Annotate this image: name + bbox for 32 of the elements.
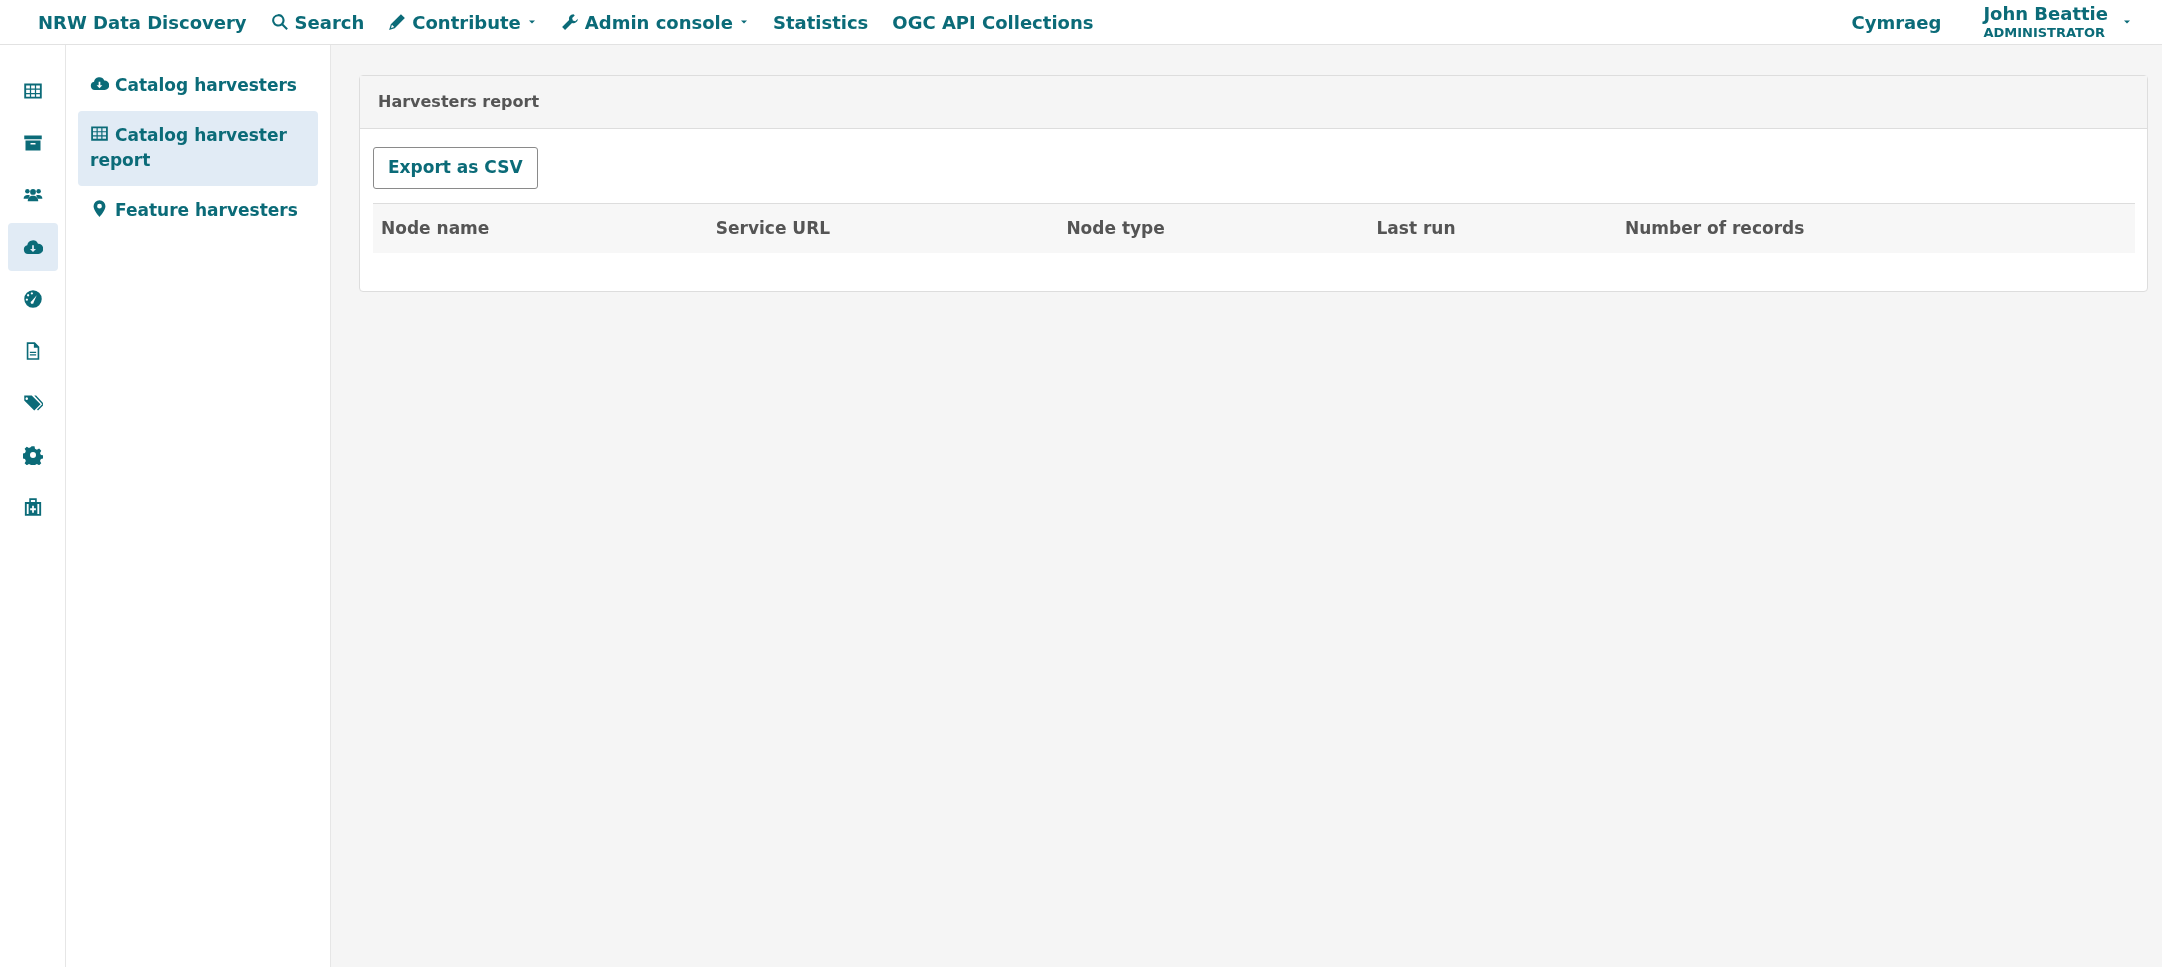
nav-link[interactable]: Search <box>270 8 365 36</box>
grid-icon <box>90 123 109 143</box>
column-header: Last run <box>1368 203 1617 253</box>
sidebar-item[interactable]: Catalog harvester report <box>78 110 318 186</box>
sidebar-item[interactable]: Catalog harvesters <box>78 61 318 111</box>
nav-link[interactable]: OGC API Collections <box>892 8 1094 36</box>
dashboard-icon <box>22 289 43 309</box>
search-icon <box>270 13 289 31</box>
tags-icon <box>22 393 43 413</box>
sidebar-item[interactable]: Feature harvesters <box>78 185 318 235</box>
pencil-icon <box>388 13 407 31</box>
column-header: Number of records <box>1616 203 2135 253</box>
archive-icon <box>22 133 43 153</box>
settings-icon <box>22 445 43 465</box>
medical-kit-icon <box>22 497 43 517</box>
nav-link[interactable]: Contribute <box>388 8 537 36</box>
export-button[interactable]: Export as CSV <box>373 147 538 189</box>
wrench-icon <box>560 13 579 31</box>
column-header: Node type <box>1058 203 1369 253</box>
brand-link[interactable]: NRW Data Discovery <box>38 8 247 36</box>
user-menu[interactable]: John Beattie ADMINISTRATOR <box>1983 2 2132 42</box>
nav-link[interactable]: Admin console <box>560 8 749 36</box>
cloud-download-icon <box>22 237 43 257</box>
column-header: Service URL <box>707 203 1059 253</box>
grid-icon <box>22 81 43 101</box>
caret-icon <box>2122 19 2132 25</box>
cloud-download-icon <box>90 74 109 93</box>
sidebar-icon-button[interactable] <box>7 223 58 271</box>
nav-link[interactable]: Statistics <box>772 8 869 36</box>
column-header: Node name <box>373 203 708 253</box>
language-link[interactable]: Cymraeg <box>1851 8 1942 36</box>
panel-title: Harvesters report <box>360 76 2147 129</box>
